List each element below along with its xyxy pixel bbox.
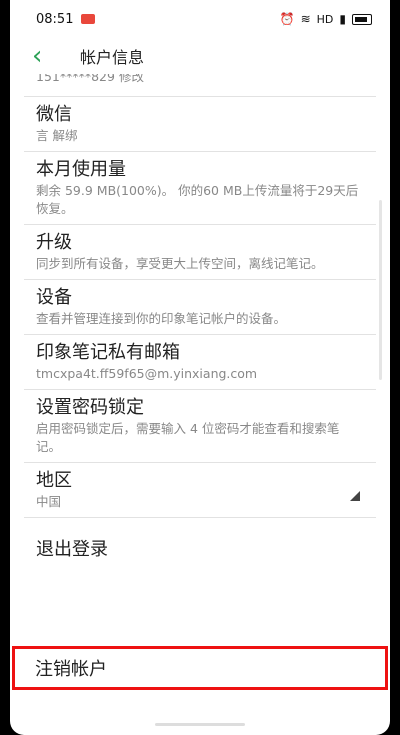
deregister-account-button[interactable]: 注销帐户 xyxy=(12,646,388,690)
app-header: ‹ 帐户信息 xyxy=(10,38,390,74)
alarm-icon: ⏰ xyxy=(279,12,295,26)
battery-icon xyxy=(352,13,372,25)
list-item-private-email[interactable]: 印象笔记私有邮箱 tmcxpa4t.ff59f65@m.yinxiang.com xyxy=(24,335,376,390)
status-bar: 08:51 ⏰ ≋ HD ▮ xyxy=(10,0,390,38)
wifi-icon: ≋ xyxy=(300,12,311,26)
back-arrow-icon[interactable]: ‹ xyxy=(32,43,72,69)
email-title: 印象笔记私有邮箱 xyxy=(36,342,180,363)
deregister-label: 注销帐户 xyxy=(35,659,107,680)
list-item-wechat[interactable]: 微信 言 解绑 xyxy=(24,97,376,152)
wechat-subtitle: 言 解绑 xyxy=(36,128,78,143)
signal-icon: ▮ xyxy=(339,12,346,26)
passcode-title: 设置密码锁定 xyxy=(36,397,144,418)
logout-button[interactable]: 退出登录 xyxy=(24,518,376,578)
usage-subtitle: 剩余 59.9 MB(100%)。 你的60 MB上传流量将于29天后恢复。 xyxy=(36,183,359,216)
list-item-region[interactable]: 地区 中国 xyxy=(24,463,376,518)
wechat-title: 微信 xyxy=(36,104,72,125)
phone-number-text: 151*****829 修改 xyxy=(36,74,144,84)
email-address: tmcxpa4t.ff59f65@m.yinxiang.com xyxy=(36,366,258,381)
home-indicator xyxy=(155,723,245,726)
account-settings-list: 151*****829 修改 微信 言 解绑 本月使用量 剩余 59.9 MB(… xyxy=(24,74,376,578)
list-item-upgrade[interactable]: 升级 同步到所有设备，享受更大上传空间，离线记笔记。 xyxy=(24,225,376,280)
status-time: 08:51 xyxy=(36,11,74,27)
upgrade-subtitle: 同步到所有设备，享受更大上传空间，离线记笔记。 xyxy=(36,256,324,271)
scrollbar[interactable] xyxy=(379,200,382,380)
devices-title: 设备 xyxy=(36,287,72,308)
region-title: 地区 xyxy=(36,470,72,491)
list-item-devices[interactable]: 设备 查看并管理连接到你的印象笔记帐户的设备。 xyxy=(24,280,376,335)
phone-screen: 08:51 ⏰ ≋ HD ▮ ‹ 帐户信息 151*****829 修改 微信 … xyxy=(10,0,390,735)
region-value: 中国 xyxy=(36,494,62,509)
passcode-subtitle: 启用密码锁定后，需要输入 4 位密码才能查看和搜索笔记。 xyxy=(36,421,340,454)
upgrade-title: 升级 xyxy=(36,232,72,253)
logout-label: 退出登录 xyxy=(36,539,108,560)
dropdown-arrow-icon xyxy=(350,491,360,501)
page-title: 帐户信息 xyxy=(80,48,145,67)
list-item-monthly-usage[interactable]: 本月使用量 剩余 59.9 MB(100%)。 你的60 MB上传流量将于29天… xyxy=(24,152,376,225)
list-item-passcode-lock[interactable]: 设置密码锁定 启用密码锁定后，需要输入 4 位密码才能查看和搜索笔记。 xyxy=(24,390,376,463)
phone-number-row[interactable]: 151*****829 修改 xyxy=(24,74,376,97)
usage-title: 本月使用量 xyxy=(36,159,126,180)
network-type: HD xyxy=(316,12,334,26)
devices-subtitle: 查看并管理连接到你的印象笔记帐户的设备。 xyxy=(36,311,287,326)
screen-record-icon xyxy=(81,14,96,24)
